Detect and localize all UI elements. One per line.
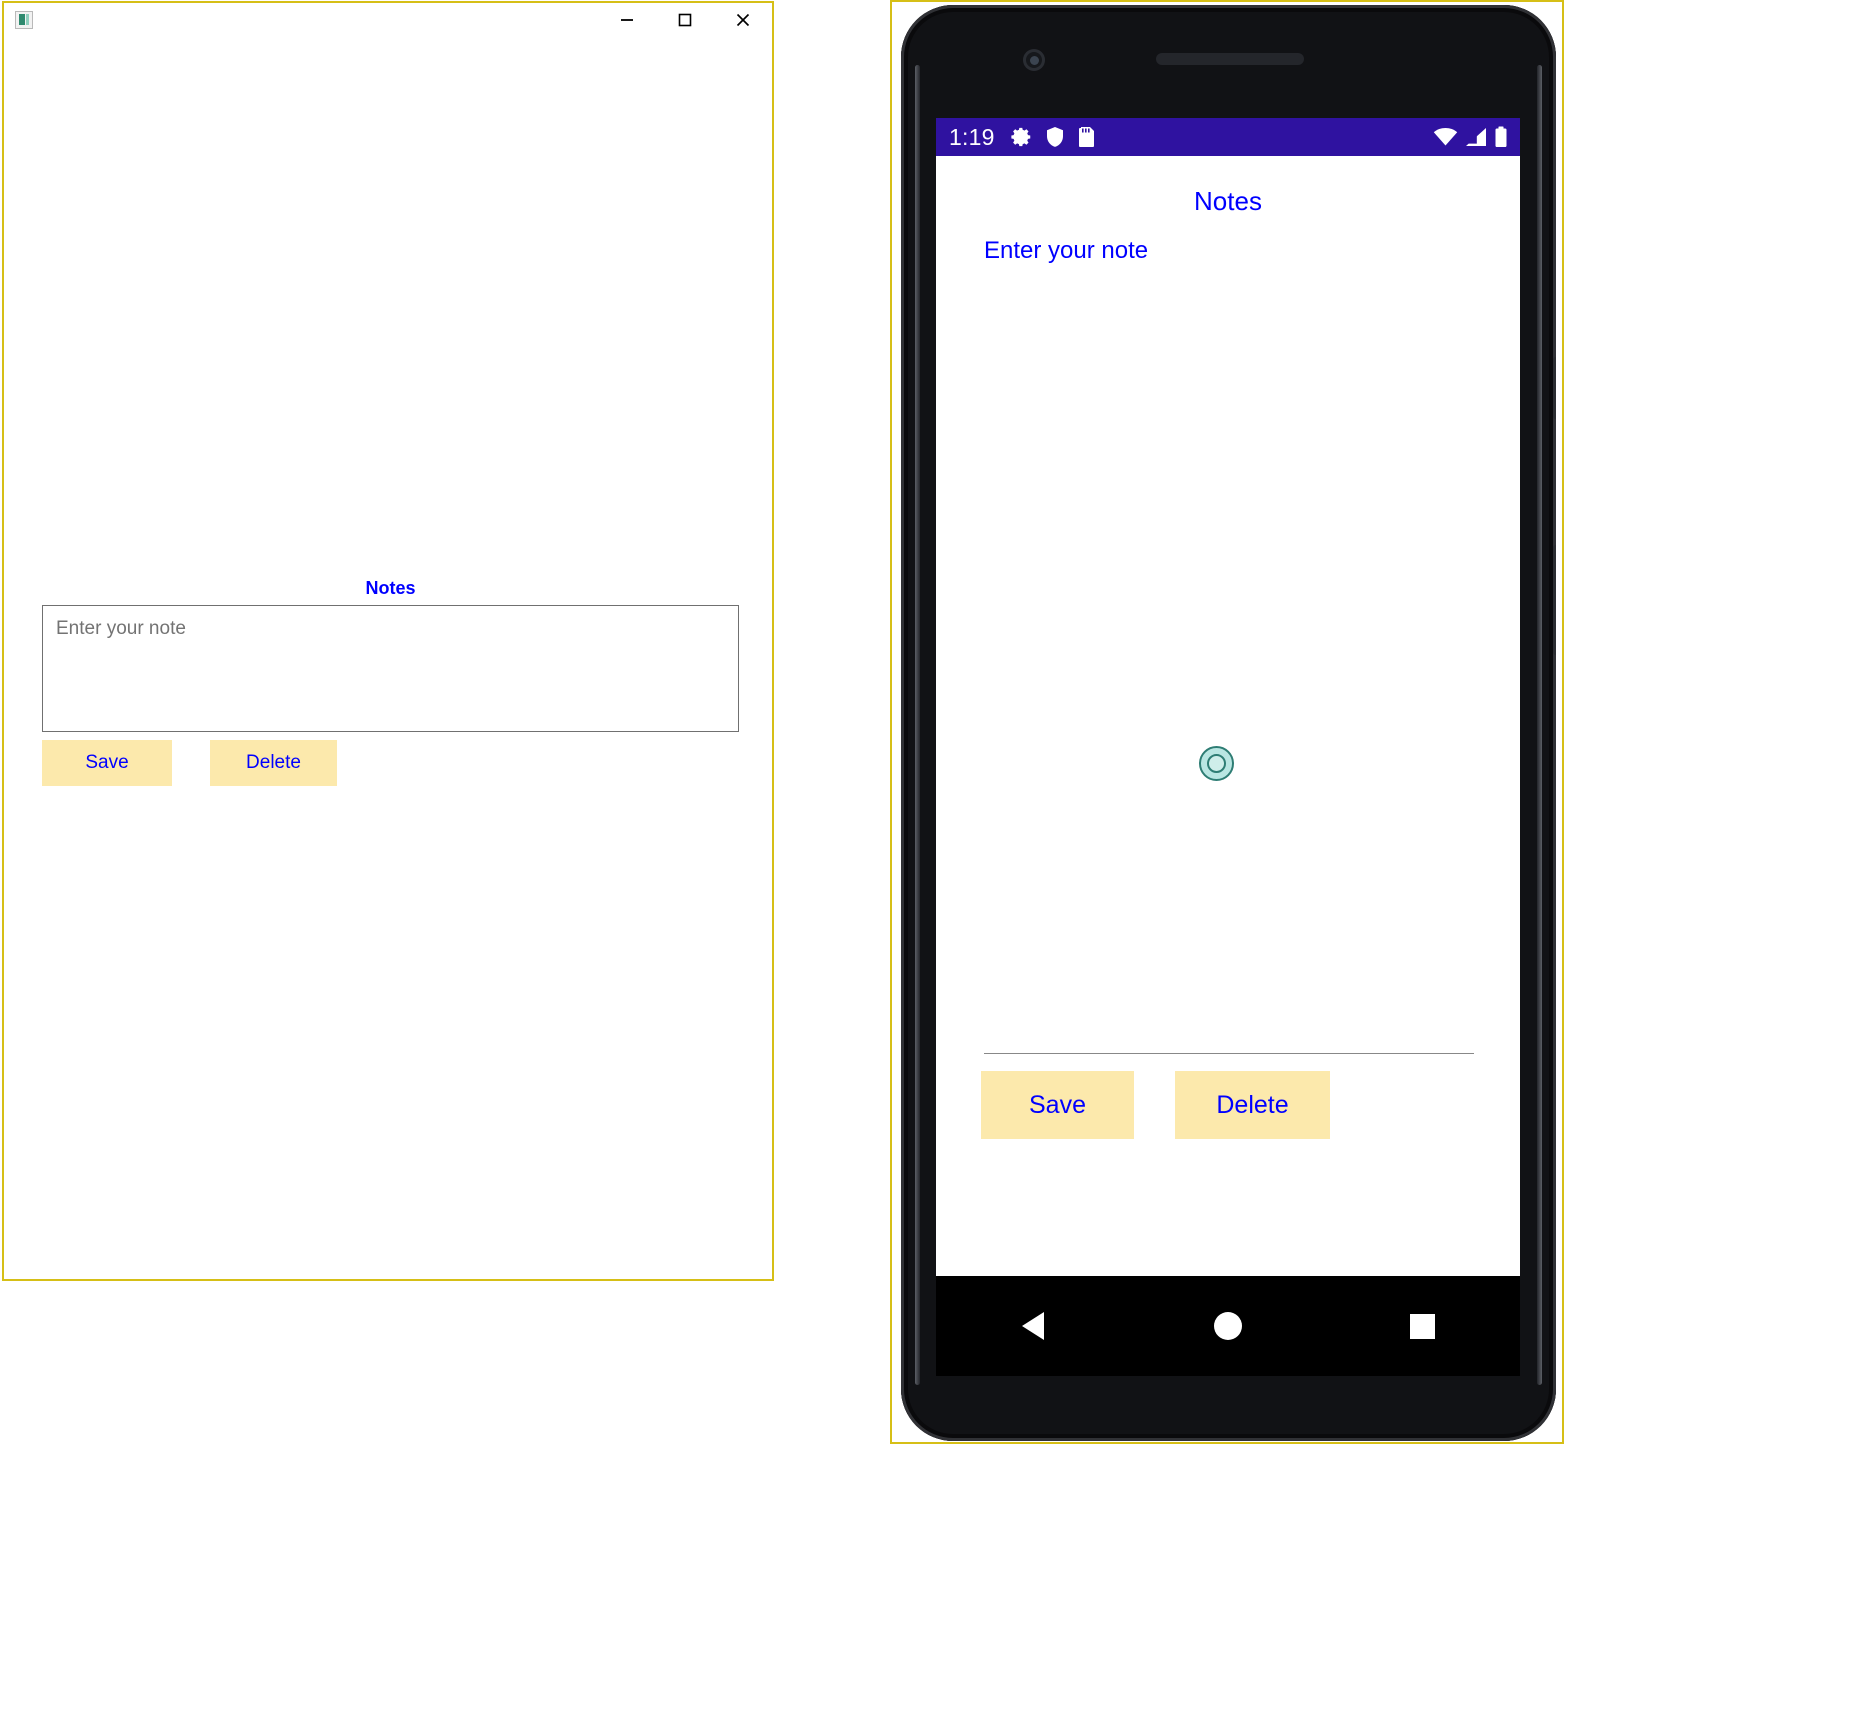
wifi-icon	[1433, 127, 1458, 147]
front-camera	[1023, 49, 1045, 71]
window-titlebar[interactable]	[4, 3, 772, 36]
recents-icon[interactable]	[1392, 1295, 1454, 1357]
save-button[interactable]: Save	[42, 739, 172, 786]
status-right-icon-group	[1433, 126, 1508, 148]
divider	[984, 1053, 1474, 1054]
window-controls	[598, 3, 772, 36]
status-bar: 1:19	[936, 118, 1520, 156]
save-button[interactable]: Save	[981, 1071, 1134, 1139]
volume-button[interactable]	[1553, 545, 1556, 655]
home-icon[interactable]	[1197, 1295, 1259, 1357]
form-actions: Save Delete	[42, 739, 739, 786]
notes-app-icon	[15, 10, 33, 29]
phone-edge-left	[915, 65, 920, 1385]
page-title: Notes	[1194, 186, 1262, 216]
form-actions: Save Delete	[981, 1071, 1330, 1139]
battery-icon	[1494, 126, 1508, 148]
gear-icon	[1010, 126, 1033, 148]
cellular-signal-icon	[1465, 127, 1487, 147]
delete-button[interactable]: Delete	[1175, 1071, 1330, 1139]
note-input[interactable]: Enter your note	[936, 217, 1520, 265]
phone-app-content: Notes Enter your note Save Delete	[936, 156, 1520, 1276]
note-input[interactable]	[42, 604, 739, 732]
maximize-icon[interactable]	[656, 3, 714, 36]
minimize-icon[interactable]	[598, 3, 656, 36]
notes-form: Notes Save Delete	[42, 578, 739, 786]
phone-bezel: 1:19 Notes Enter your note Save Delete	[901, 5, 1556, 1441]
phone-emulator-frame: 1:19 Notes Enter your note Save Delete	[890, 0, 1564, 1444]
shield-icon	[1045, 126, 1065, 148]
desktop-notes-window: Notes Save Delete	[2, 1, 774, 1281]
close-icon[interactable]	[714, 3, 772, 36]
delete-button[interactable]: Delete	[210, 739, 337, 786]
status-clock: 1:19	[949, 123, 995, 150]
android-navigation-bar	[936, 1276, 1520, 1376]
back-icon[interactable]	[1002, 1295, 1064, 1357]
phone-screen: 1:19 Notes Enter your note Save Delete	[936, 118, 1520, 1276]
earpiece-speaker	[1156, 53, 1304, 65]
touch-pointer-indicator	[1199, 746, 1234, 781]
status-left-icon-group	[1010, 126, 1096, 148]
sd-card-icon	[1077, 126, 1096, 148]
phone-edge-right	[1537, 65, 1542, 1385]
page-title: Notes	[365, 578, 416, 598]
power-button[interactable]	[1553, 357, 1556, 419]
